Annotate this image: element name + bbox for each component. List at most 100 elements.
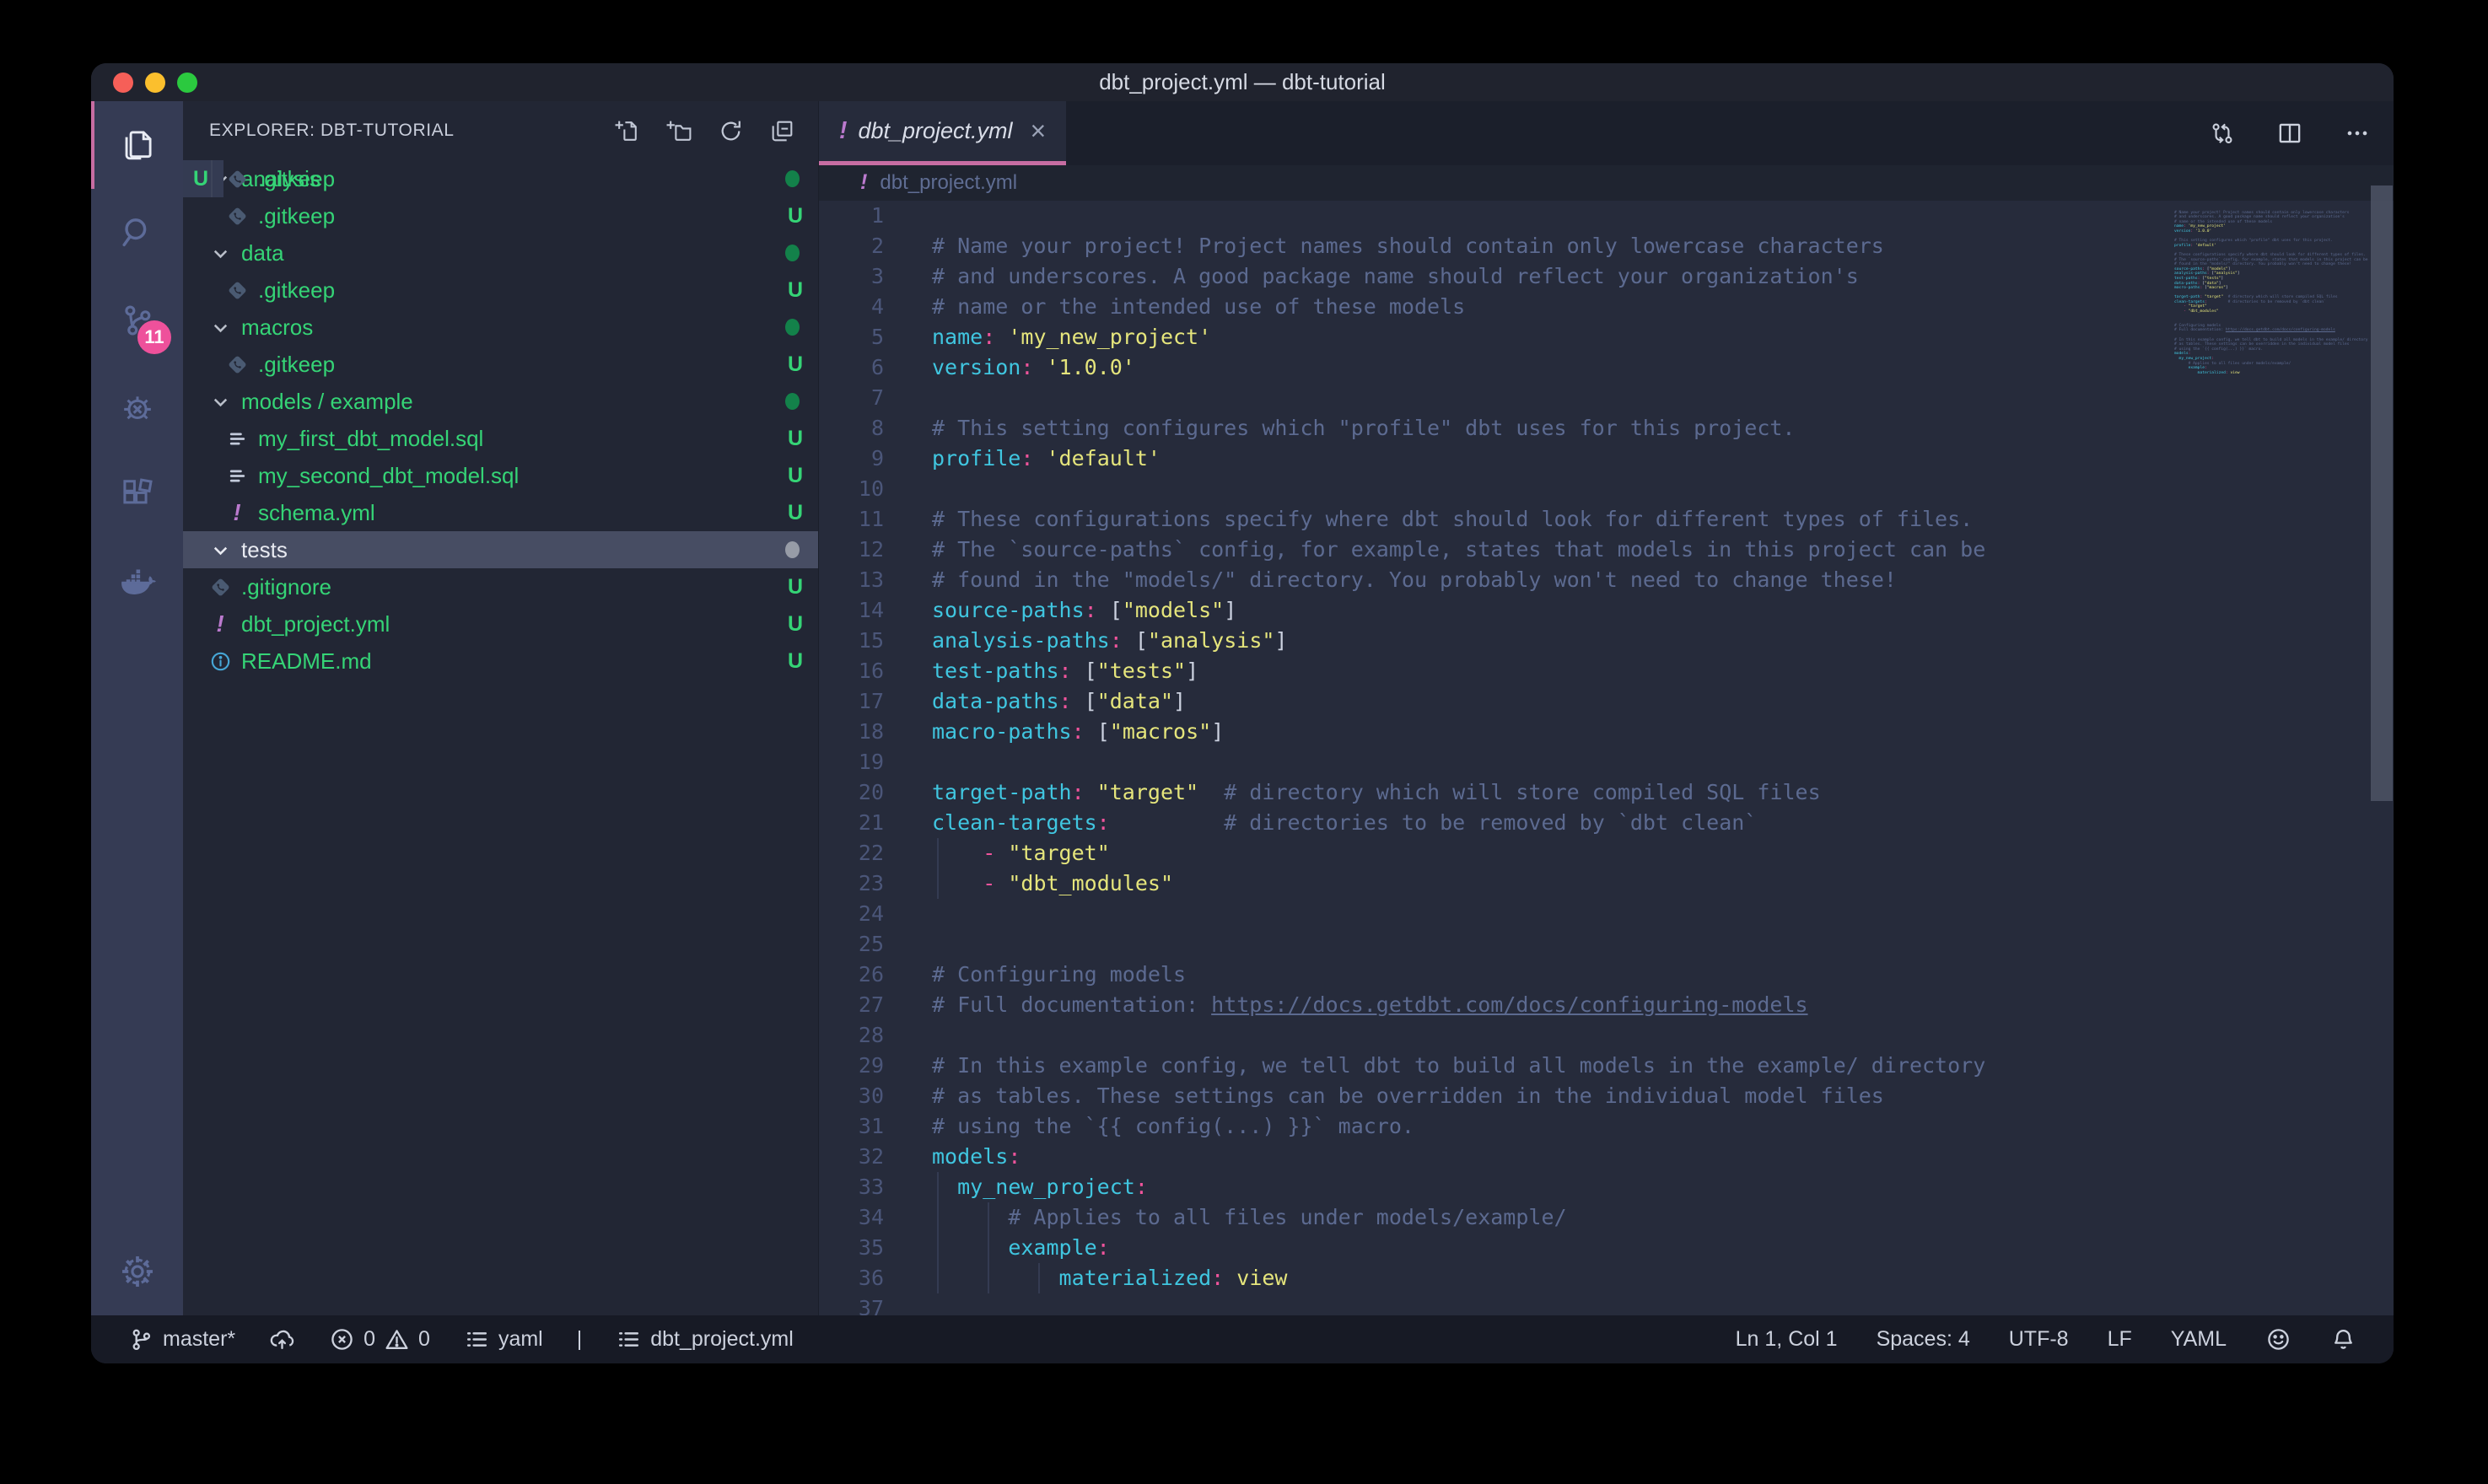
tree-item-label: .gitkeep xyxy=(258,352,335,378)
activity-search[interactable] xyxy=(91,189,183,277)
line-number: 10 xyxy=(819,474,884,504)
collapse-all-button[interactable] xyxy=(768,117,796,145)
git-untracked-badge: U xyxy=(788,204,803,229)
code-content: # name or the intended use of these mode… xyxy=(884,292,2394,322)
activity-docker[interactable] xyxy=(91,540,183,627)
status-problems[interactable]: 00 xyxy=(329,1326,430,1352)
editor[interactable]: 12# Name your project! Project names sho… xyxy=(819,201,2394,1315)
refresh-icon xyxy=(717,117,745,145)
git-file-icon xyxy=(207,576,234,599)
tree-item-my-first-dbt-model-sql[interactable]: my_first_dbt_model.sqlU xyxy=(183,420,818,457)
activity-explorer[interactable] xyxy=(91,101,183,189)
tree-item-gitkeep[interactable]: .gitkeepU xyxy=(183,160,223,197)
vscode-window: dbt_project.yml — dbt-tutorial 11 EXPLOR… xyxy=(91,63,2394,1363)
status-cursor-position[interactable]: Ln 1, Col 1 xyxy=(1736,1327,1838,1352)
explorer-sidebar: EXPLORER: DBT-TUTORIAL analysis.gitkeepU… xyxy=(183,101,819,1315)
search-icon xyxy=(118,213,157,252)
yaml-warning-icon: ! xyxy=(839,119,847,142)
chevron-down-icon xyxy=(207,242,234,265)
code-content: # and underscores. A good package name s… xyxy=(884,261,2394,292)
close-button[interactable] xyxy=(113,73,133,93)
tree-item-gitkeep[interactable]: .gitkeepU xyxy=(183,346,818,383)
status-indentation[interactable]: Spaces: 4 xyxy=(1877,1327,1970,1352)
open-changes-button[interactable] xyxy=(2208,119,2237,148)
line-number: 36 xyxy=(819,1263,884,1293)
status-yaml-schema[interactable]: yaml xyxy=(464,1326,543,1352)
tree-item-data[interactable]: data xyxy=(183,234,818,272)
folder-modified-dot xyxy=(785,393,800,410)
tree-item-schema-yml[interactable]: !schema.ymlU xyxy=(183,494,818,531)
code-line: 37 xyxy=(819,1293,2394,1315)
more-actions-button[interactable] xyxy=(2343,119,2372,148)
status-eol[interactable]: LF xyxy=(2108,1327,2132,1352)
folder-modified-dot xyxy=(785,319,800,336)
status-label: UTF-8 xyxy=(2009,1327,2069,1352)
code-content: data-paths: ["data"] xyxy=(884,686,2394,717)
new-file-button[interactable] xyxy=(614,117,642,145)
activity-debug[interactable] xyxy=(91,364,183,452)
close-tab-button[interactable]: × xyxy=(1031,116,1047,147)
smiley-icon xyxy=(2265,1326,2291,1352)
error-icon xyxy=(329,1326,355,1352)
minimap[interactable]: # Name your project! Project names shoul… xyxy=(2174,206,2370,380)
yaml-warning-icon: ! xyxy=(860,172,867,193)
code-line: 6version: '1.0.0' xyxy=(819,352,2394,383)
git-file-icon xyxy=(223,205,250,228)
indent-guide xyxy=(937,1202,939,1233)
code-line: 17data-paths: ["data"] xyxy=(819,686,2394,717)
line-number: 30 xyxy=(819,1081,884,1111)
code-line: 25 xyxy=(819,929,2394,960)
code-content: models: xyxy=(884,1142,2394,1172)
code-content: macro-paths: ["macros"] xyxy=(884,717,2394,747)
status-yaml-file[interactable]: dbt_project.yml xyxy=(616,1326,794,1352)
activity-settings[interactable] xyxy=(91,1228,183,1315)
breadcrumb-filename: dbt_project.yml xyxy=(880,171,1017,195)
line-number: 37 xyxy=(819,1293,884,1315)
code-line: 35 example: xyxy=(819,1233,2394,1263)
status-feedback[interactable] xyxy=(2265,1326,2291,1352)
tree-item-readme-md[interactable]: README.mdU xyxy=(183,643,818,680)
docker-icon xyxy=(118,564,157,603)
refresh-button[interactable] xyxy=(717,117,745,145)
line-number: 7 xyxy=(819,383,884,413)
line-number: 35 xyxy=(819,1233,884,1263)
zoom-button[interactable] xyxy=(177,73,197,93)
info-file-icon xyxy=(207,650,234,673)
tree-item-tests[interactable]: tests xyxy=(183,531,818,568)
code-content: analysis-paths: ["analysis"] xyxy=(884,626,2394,656)
line-number: 29 xyxy=(819,1051,884,1081)
split-editor-button[interactable] xyxy=(2275,119,2304,148)
checklist-icon xyxy=(464,1326,490,1352)
tree-item-gitignore[interactable]: .gitignoreU xyxy=(183,568,818,605)
tree-item-models-example[interactable]: models / example xyxy=(183,383,818,420)
tree-item-label: schema.yml xyxy=(258,500,375,526)
activity-source-control[interactable]: 11 xyxy=(91,277,183,364)
new-folder-button[interactable] xyxy=(665,117,693,145)
title-bar[interactable]: dbt_project.yml — dbt-tutorial xyxy=(91,63,2394,101)
status-language-mode[interactable]: YAML xyxy=(2171,1327,2227,1352)
activity-extensions[interactable] xyxy=(91,452,183,540)
tree-item-gitkeep[interactable]: .gitkeepU xyxy=(183,272,818,309)
code-content: name: 'my_new_project' xyxy=(884,322,2394,352)
line-number: 20 xyxy=(819,777,884,808)
indent-guide xyxy=(988,1263,989,1293)
status-encoding[interactable]: UTF-8 xyxy=(2009,1327,2069,1352)
line-number: 33 xyxy=(819,1172,884,1202)
line-number: 26 xyxy=(819,960,884,990)
code-line: 11# These configurations specify where d… xyxy=(819,504,2394,535)
editor-scrollbar[interactable] xyxy=(2371,186,2393,801)
status-sync[interactable] xyxy=(269,1326,295,1352)
minimize-button[interactable] xyxy=(145,73,165,93)
tree-item-label: .gitkeep xyxy=(258,166,335,192)
status-notifications[interactable] xyxy=(2330,1326,2356,1352)
line-number: 17 xyxy=(819,686,884,717)
status-label: YAML xyxy=(2171,1327,2227,1352)
tree-item-dbt-project-yml[interactable]: !dbt_project.ymlU xyxy=(183,605,818,643)
breadcrumb[interactable]: ! dbt_project.yml xyxy=(819,165,2394,201)
tree-item-macros[interactable]: macros xyxy=(183,309,818,346)
status-git-branch[interactable]: master* xyxy=(128,1326,235,1352)
status-separator: | xyxy=(577,1327,583,1352)
tree-item-gitkeep[interactable]: .gitkeepU xyxy=(183,197,818,234)
tab-dbt-project-yml[interactable]: !dbt_project.yml× xyxy=(819,101,1066,165)
tree-item-my-second-dbt-model-sql[interactable]: my_second_dbt_model.sqlU xyxy=(183,457,818,494)
